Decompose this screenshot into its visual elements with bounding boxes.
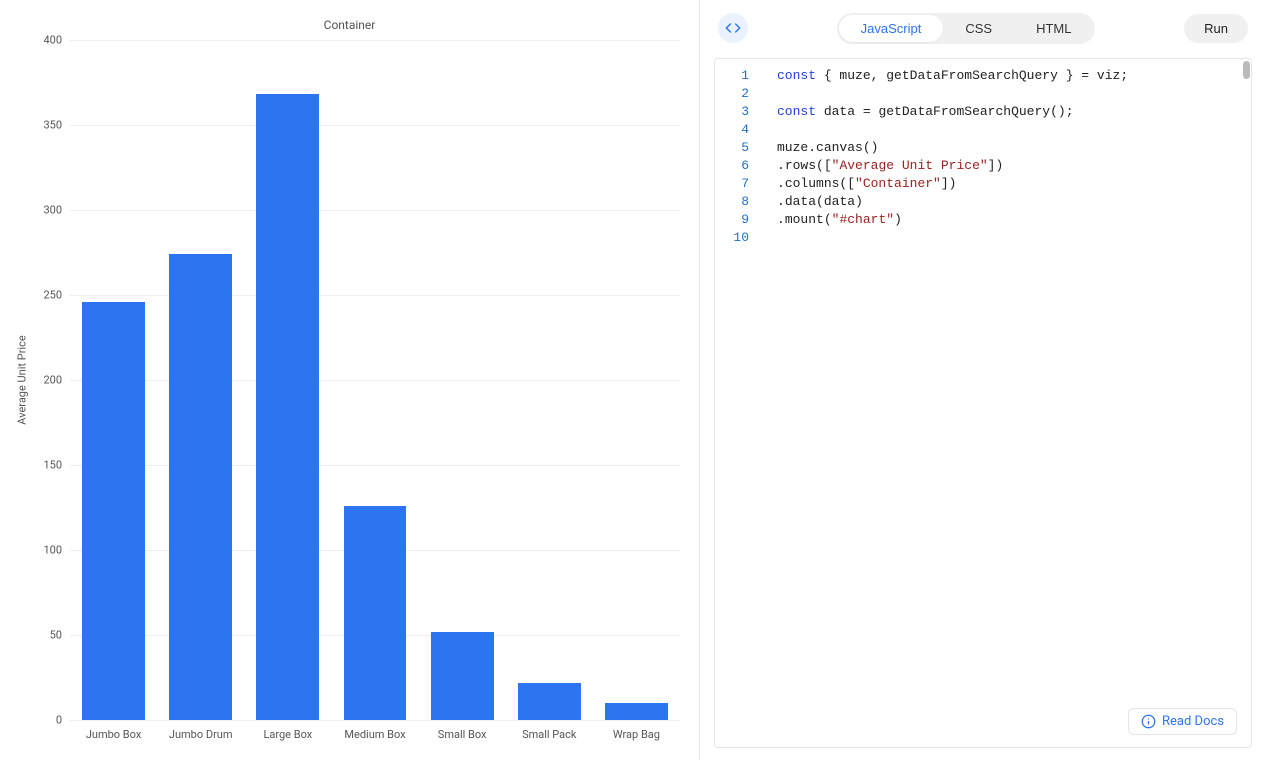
y-tick-label: 400 <box>22 34 62 47</box>
y-tick-label: 0 <box>22 714 62 727</box>
y-tick-label: 350 <box>22 119 62 132</box>
gridline <box>70 40 680 41</box>
y-tick-label: 50 <box>22 629 62 642</box>
x-tick-label: Jumbo Drum <box>169 728 233 741</box>
x-tick-label: Small Box <box>438 728 487 741</box>
bar[interactable] <box>256 94 319 720</box>
plot-region: 050100150200250300350400Jumbo BoxJumbo D… <box>70 40 680 720</box>
bar[interactable] <box>605 703 668 720</box>
info-icon <box>1141 714 1156 729</box>
language-tabs: JavaScript CSS HTML <box>837 13 1096 44</box>
code-panel: JavaScript CSS HTML Run 12345678910 cons… <box>700 0 1266 760</box>
gridline <box>70 125 680 126</box>
gridline <box>70 210 680 211</box>
tab-css[interactable]: CSS <box>943 15 1014 42</box>
run-button[interactable]: Run <box>1184 14 1248 43</box>
y-tick-label: 150 <box>22 459 62 472</box>
x-tick-label: Large Box <box>263 728 312 741</box>
editor-code[interactable]: const { muze, getDataFromSearchQuery } =… <box>759 59 1138 747</box>
x-tick-label: Jumbo Box <box>86 728 141 741</box>
bar[interactable] <box>82 302 145 720</box>
bar[interactable] <box>344 506 407 720</box>
x-tick-label: Wrap Bag <box>613 728 660 741</box>
x-tick-label: Medium Box <box>344 728 405 741</box>
bar[interactable] <box>431 632 494 720</box>
chart-area: 050100150200250300350400Jumbo BoxJumbo D… <box>70 40 680 720</box>
toolbar: JavaScript CSS HTML Run <box>700 0 1266 56</box>
bar[interactable] <box>518 683 581 720</box>
y-tick-label: 100 <box>22 544 62 557</box>
scrollbar[interactable] <box>1241 59 1251 747</box>
y-tick-label: 300 <box>22 204 62 217</box>
chart-panel: Container Average Unit Price 05010015020… <box>0 0 700 760</box>
y-tick-label: 200 <box>22 374 62 387</box>
y-tick-label: 250 <box>22 289 62 302</box>
code-editor[interactable]: 12345678910 const { muze, getDataFromSea… <box>714 58 1252 748</box>
code-icon[interactable] <box>718 13 748 43</box>
tab-html[interactable]: HTML <box>1014 15 1093 42</box>
x-tick-label: Small Pack <box>522 728 576 741</box>
gridline <box>70 380 680 381</box>
read-docs-link[interactable]: Read Docs <box>1128 708 1237 735</box>
editor-gutter: 12345678910 <box>715 59 759 747</box>
bar[interactable] <box>169 254 232 720</box>
gridline <box>70 720 680 721</box>
gridline <box>70 295 680 296</box>
read-docs-label: Read Docs <box>1162 714 1224 729</box>
chart-title: Container <box>0 18 699 32</box>
tab-javascript[interactable]: JavaScript <box>839 15 944 42</box>
gridline <box>70 465 680 466</box>
scrollbar-thumb[interactable] <box>1243 61 1250 79</box>
